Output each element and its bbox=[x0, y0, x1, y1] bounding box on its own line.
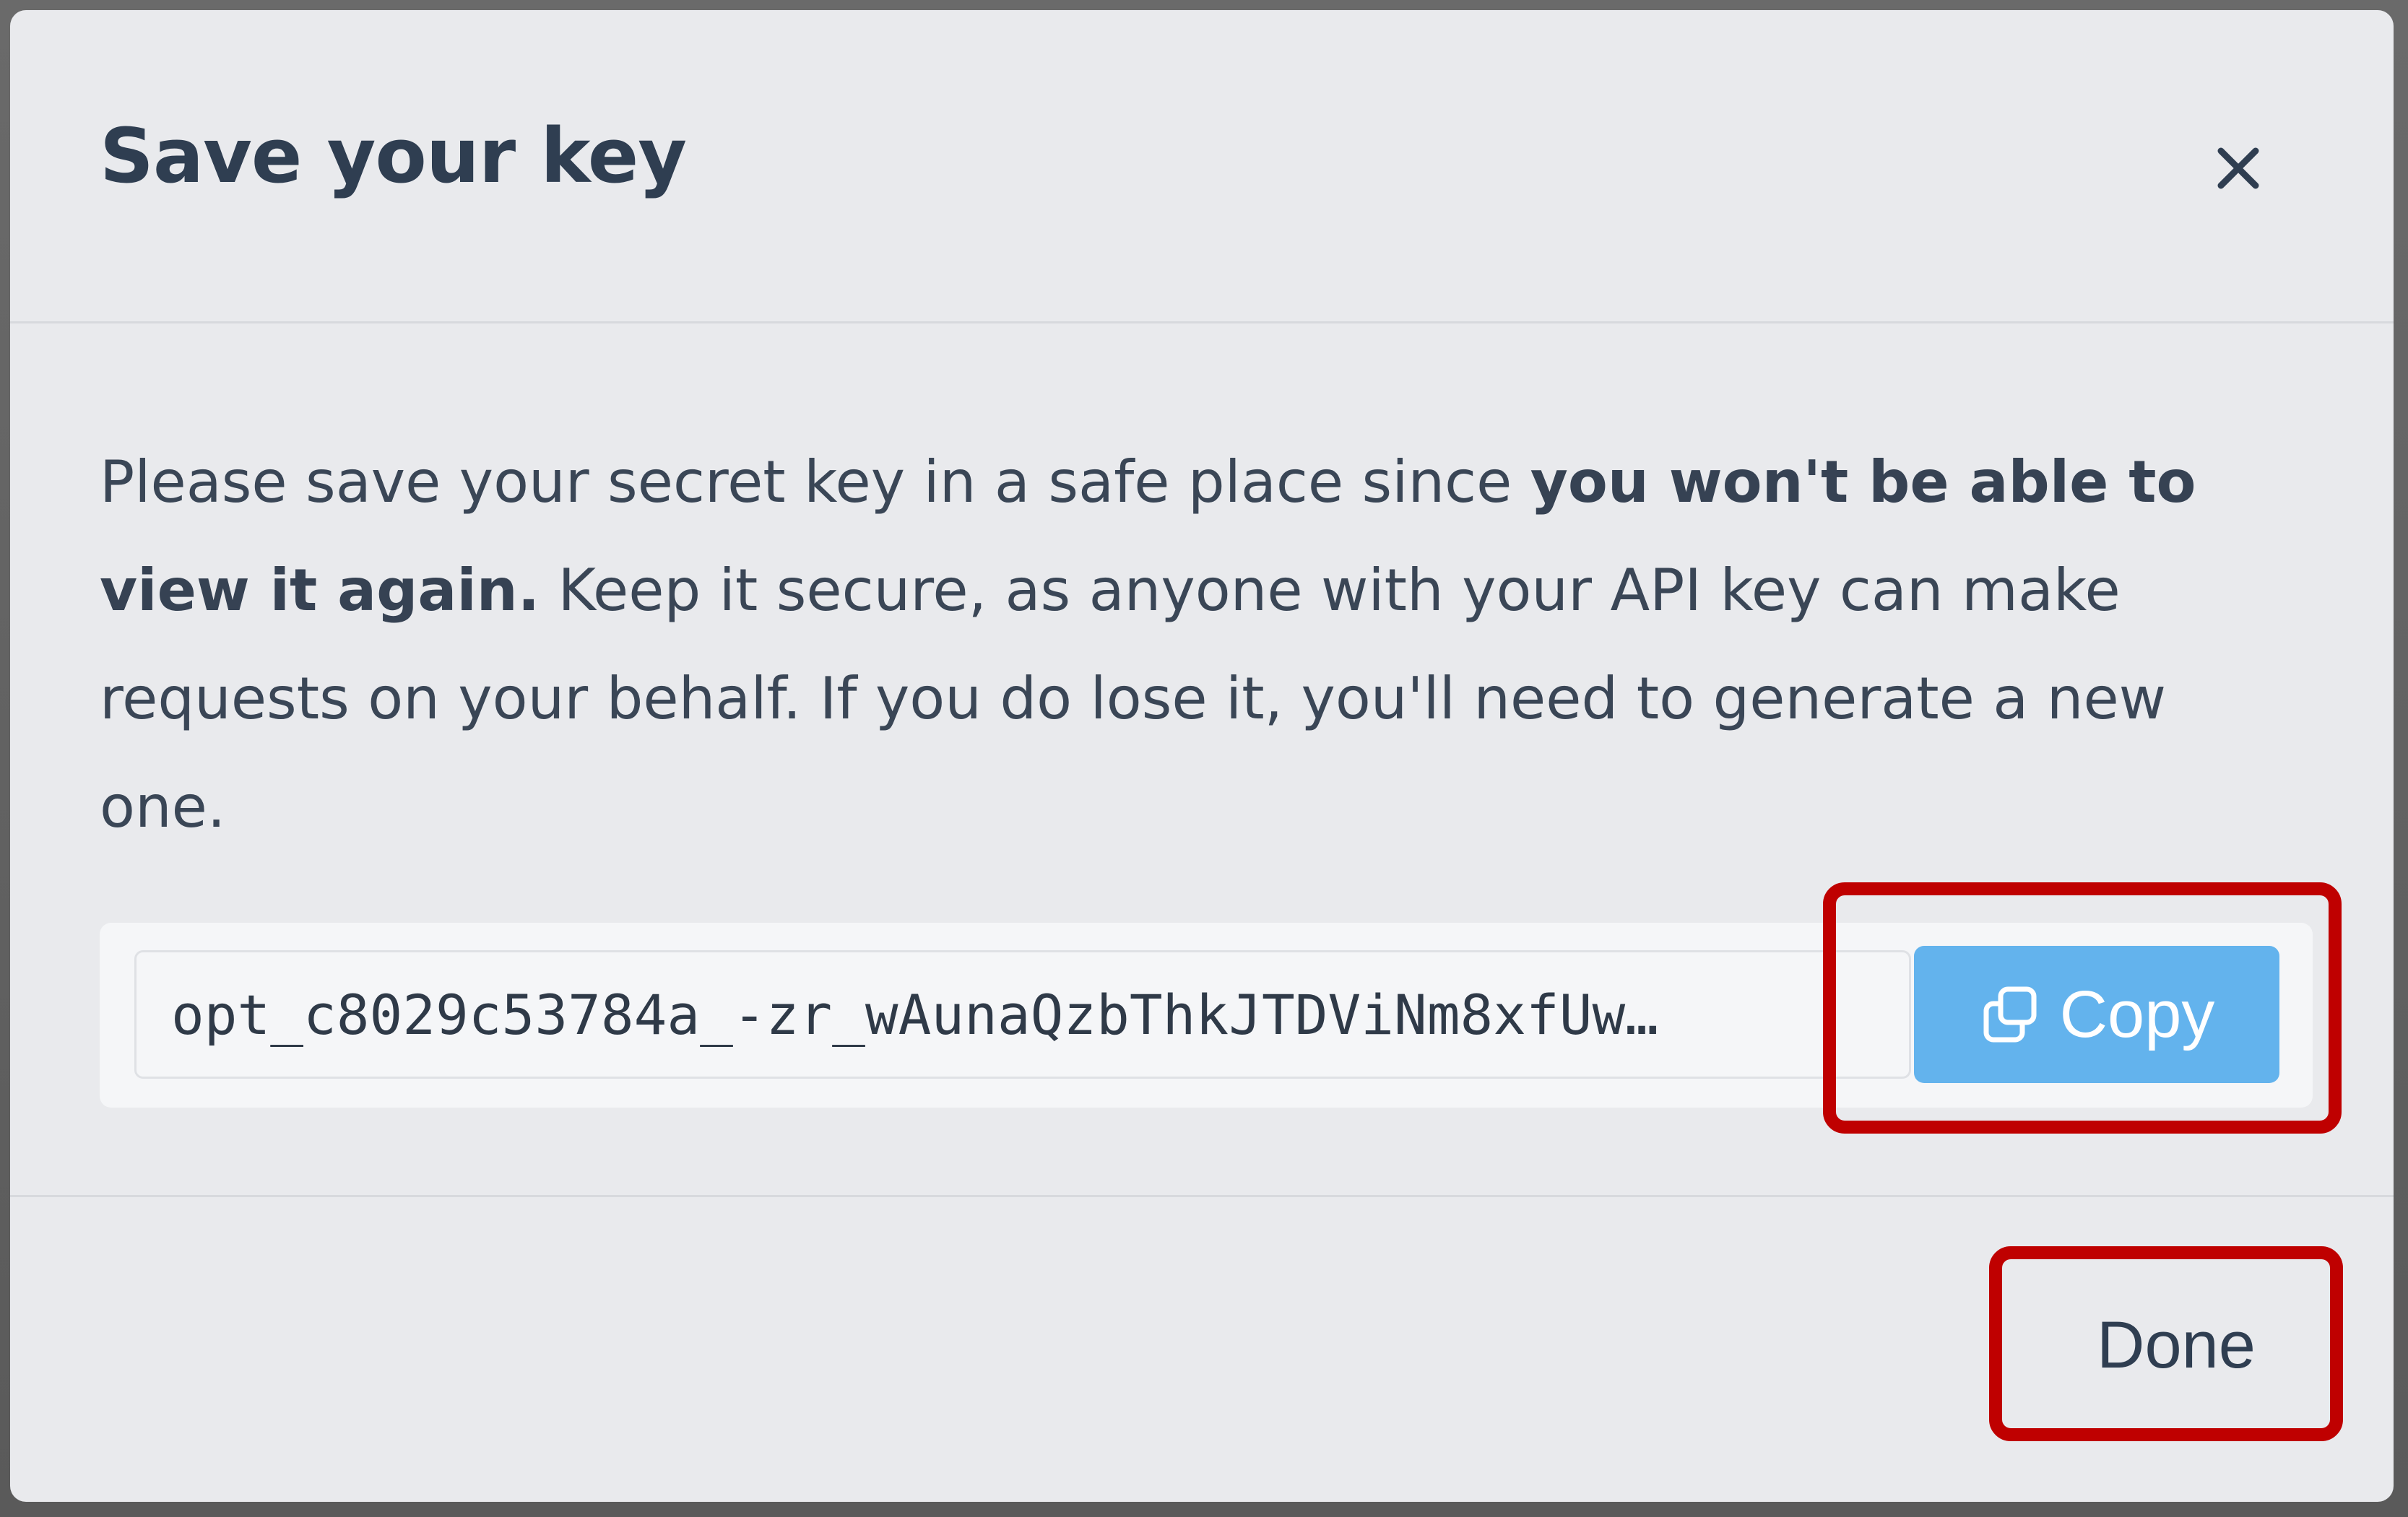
copy-icon bbox=[1983, 986, 2037, 1043]
message-text-start: Please save your secret key in a safe pl… bbox=[100, 448, 1530, 516]
save-key-dialog: Save your key Please save your secret ke… bbox=[10, 10, 2394, 1502]
dialog-header: Save your key bbox=[10, 10, 2394, 323]
warning-message: Please save your secret key in a safe pl… bbox=[100, 428, 2288, 861]
secret-key-field[interactable]: opt_c8029c53784a_-zr_wAunaQzbThkJTDViNm8… bbox=[134, 950, 1911, 1079]
copy-button[interactable]: Copy bbox=[1914, 946, 2279, 1083]
secret-key-value: opt_c8029c53784a_-zr_wAunaQzbThkJTDViNm8… bbox=[171, 982, 1659, 1047]
dialog-footer: Done bbox=[10, 1197, 2394, 1502]
done-button-label: Done bbox=[2097, 1308, 2256, 1382]
close-icon bbox=[2217, 147, 2259, 189]
key-panel: opt_c8029c53784a_-zr_wAunaQzbThkJTDViNm8… bbox=[100, 923, 2313, 1108]
dialog-body: Please save your secret key in a safe pl… bbox=[10, 323, 2394, 1197]
done-button[interactable]: Done bbox=[2008, 1262, 2344, 1428]
dialog-title: Save your key bbox=[100, 112, 687, 200]
close-button[interactable] bbox=[2199, 129, 2278, 208]
copy-button-label: Copy bbox=[2059, 977, 2215, 1051]
